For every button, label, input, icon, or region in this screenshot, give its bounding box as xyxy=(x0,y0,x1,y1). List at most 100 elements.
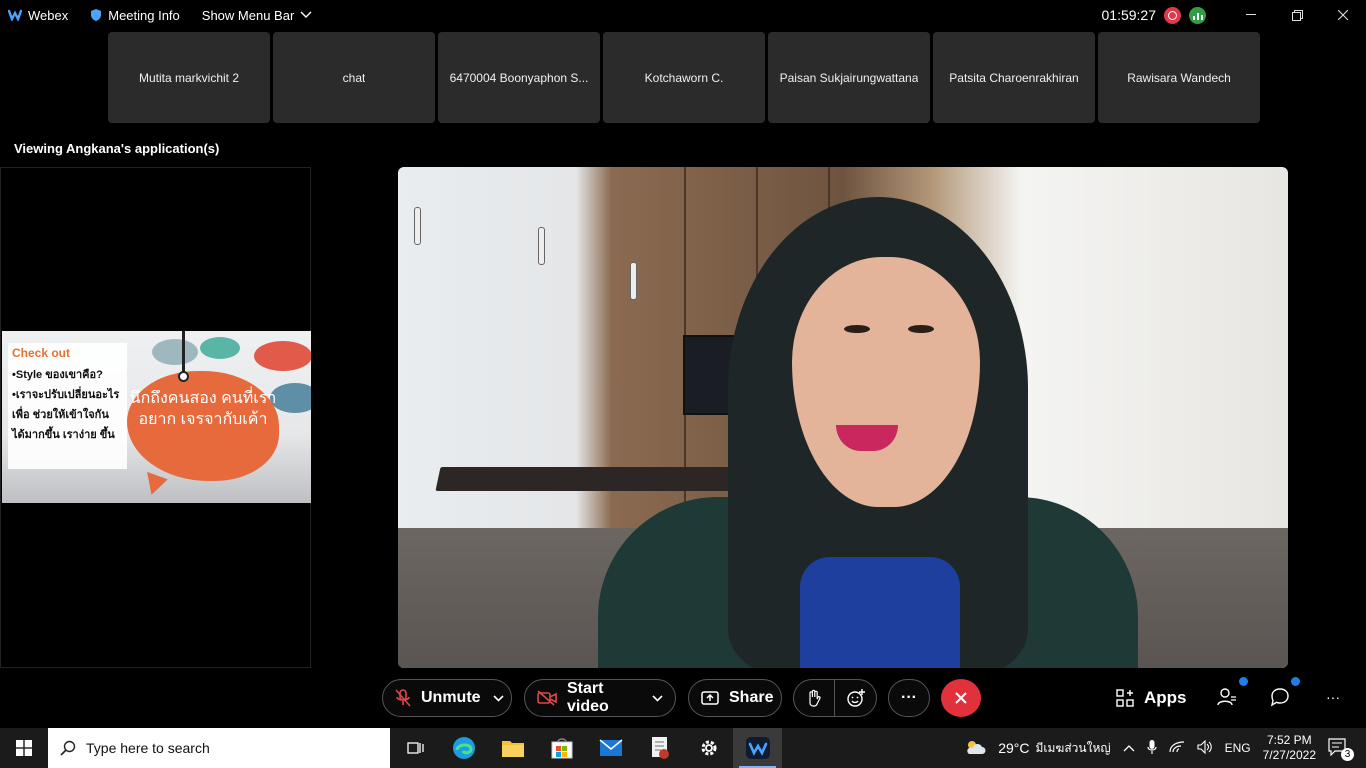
network-health-icon[interactable] xyxy=(1189,6,1206,24)
pendant-lamp xyxy=(414,207,421,245)
meeting-info-label: Meeting Info xyxy=(108,7,180,23)
participant-tile[interactable]: 6470004 Boonyaphon S... xyxy=(438,32,600,123)
participant-tile[interactable]: Rawisara Wandech xyxy=(1098,32,1260,123)
slide-text-card: Check out •Style ของเขาคือ? •เราจะปรับเป… xyxy=(8,343,127,469)
notification-dot xyxy=(1291,677,1300,686)
notification-dot xyxy=(1239,677,1248,686)
settings-gear-icon[interactable] xyxy=(684,728,733,768)
active-speaker-video[interactable] xyxy=(398,167,1288,668)
microsoft-store-icon[interactable] xyxy=(537,728,586,768)
share-screen-icon xyxy=(701,690,719,706)
webex-logo-icon xyxy=(8,9,22,21)
show-menu-bar-label: Show Menu Bar xyxy=(201,7,295,23)
webex-taskbar-icon[interactable] xyxy=(733,728,782,768)
bubble-text: นึกถึงคนสอง คนที่เราอยาก เจรจากับเค้า xyxy=(129,390,277,428)
chevron-down-icon[interactable] xyxy=(492,694,504,702)
participant-tile[interactable]: Patsita Charoenrakhiran xyxy=(933,32,1095,123)
weather-desc[interactable]: มีเมฆส่วนใหญ่ xyxy=(1036,739,1111,758)
slide-bullet: •Style ของเขาคือ? xyxy=(12,369,103,381)
microphone-icon[interactable] xyxy=(1146,739,1157,758)
more-panels-icon[interactable]: ··· xyxy=(1326,689,1340,705)
unmute-button[interactable]: Unmute xyxy=(382,679,512,717)
task-view-icon[interactable] xyxy=(390,728,439,768)
slide-title: Check out xyxy=(12,346,71,360)
edge-browser-icon[interactable] xyxy=(439,728,488,768)
cloud-decoration xyxy=(152,339,198,365)
title-bar: Webex Meeting Info Show Menu Bar 01:59:2… xyxy=(0,0,1366,30)
slide-bullet: •เราจะปรับเปลี่ยนอะไร เพื่อ ช่วยให้เข้าใ… xyxy=(12,389,120,441)
viewing-label: Viewing Angkana's application(s) xyxy=(14,141,220,156)
participants-icon[interactable] xyxy=(1217,687,1237,707)
notification-count: 3 xyxy=(1341,747,1354,761)
notification-center-icon[interactable]: 3 xyxy=(1328,737,1354,761)
unmute-label: Unmute xyxy=(421,689,481,706)
video-off-icon xyxy=(537,690,557,706)
participant-tile[interactable]: Kotchaworn C. xyxy=(603,32,765,123)
close-icon[interactable] xyxy=(1320,0,1366,30)
recording-indicator-icon[interactable] xyxy=(1164,6,1181,24)
mail-icon[interactable] xyxy=(586,728,635,768)
minimize-icon[interactable] xyxy=(1228,0,1274,30)
participant-name: Mutita markvichit 2 xyxy=(138,70,240,85)
cloud-decoration xyxy=(254,341,311,371)
webex-menu[interactable]: Webex xyxy=(8,8,68,23)
more-options-button[interactable]: ··· xyxy=(888,679,930,717)
participant-tile[interactable]: chat xyxy=(273,32,435,123)
search-icon xyxy=(60,740,76,756)
share-button[interactable]: Share xyxy=(688,679,782,717)
share-label: Share xyxy=(729,689,774,706)
apps-grid-icon xyxy=(1116,689,1134,707)
taskbar-clock[interactable]: 7:52 PM 7/27/2022 xyxy=(1263,733,1316,763)
app-name: Webex xyxy=(28,7,69,23)
participant-name: Patsita Charoenrakhiran xyxy=(949,70,1079,85)
windows-logo-icon xyxy=(16,740,32,756)
start-button[interactable] xyxy=(0,728,48,768)
participant-strip: Mutita markvichit 2 chat 6470004 Boonyap… xyxy=(108,32,1260,123)
chevron-down-icon[interactable] xyxy=(652,694,663,702)
shared-content-pane[interactable]: นึกถึงคนสอง คนที่เราอยาก เจรจากับเค้า Ch… xyxy=(0,167,311,668)
chevron-down-icon xyxy=(300,11,312,19)
meeting-controls: Unmute Start video Share ··· Apps ··· xyxy=(0,677,1366,717)
speaker-eye xyxy=(908,325,934,333)
apps-button[interactable]: Apps xyxy=(1116,679,1187,717)
volume-icon[interactable] xyxy=(1197,739,1213,757)
start-video-button[interactable]: Start video xyxy=(524,679,676,717)
taskbar-search-box[interactable]: Type here to search xyxy=(48,728,390,768)
more-label: ··· xyxy=(901,689,917,706)
participant-tile[interactable]: Paisan Sukjairungwattana xyxy=(768,32,930,123)
rope-knot xyxy=(178,371,189,382)
close-icon xyxy=(955,692,967,704)
weather-cloud-icon[interactable] xyxy=(964,739,986,758)
document-viewer-icon[interactable] xyxy=(635,728,684,768)
taskbar-date: 7/27/2022 xyxy=(1262,748,1316,762)
participant-name: Kotchaworn C. xyxy=(644,70,724,85)
participant-name: Paisan Sukjairungwattana xyxy=(779,70,919,85)
reactions-group xyxy=(793,679,877,717)
speaker-person xyxy=(548,197,1158,668)
start-video-label: Start video xyxy=(567,680,609,715)
wifi-icon[interactable] xyxy=(1168,740,1185,757)
weather-temp[interactable]: 29°C xyxy=(998,740,1029,756)
system-tray: 29°C มีเมฆส่วนใหญ่ ENG 7:52 PM 7/27/2022… xyxy=(964,728,1366,768)
taskbar-time: 7:52 PM xyxy=(1266,733,1312,747)
chevron-up-icon[interactable] xyxy=(1123,741,1135,755)
apps-label: Apps xyxy=(1144,688,1187,707)
participant-name: Rawisara Wandech xyxy=(1127,70,1231,85)
pendant-lamp xyxy=(538,227,545,265)
file-explorer-icon[interactable] xyxy=(488,728,537,768)
raise-hand-icon[interactable] xyxy=(794,679,836,717)
end-call-button[interactable] xyxy=(941,679,981,717)
show-menu-bar-button[interactable]: Show Menu Bar xyxy=(202,8,313,23)
participant-tile[interactable]: Mutita markvichit 2 xyxy=(108,32,270,123)
shield-icon xyxy=(90,8,102,22)
meeting-timer: 01:59:27 xyxy=(1101,7,1157,23)
chat-icon[interactable] xyxy=(1270,687,1290,707)
speaker-eye xyxy=(844,325,870,333)
meeting-info-button[interactable]: Meeting Info xyxy=(90,8,180,23)
input-language[interactable]: ENG xyxy=(1225,741,1251,755)
restore-icon[interactable] xyxy=(1274,0,1320,30)
shared-slide: นึกถึงคนสอง คนที่เราอยาก เจรจากับเค้า Ch… xyxy=(2,331,311,503)
reactions-icon[interactable] xyxy=(835,688,876,708)
speech-bubble: นึกถึงคนสอง คนที่เราอยาก เจรจากับเค้า xyxy=(127,371,279,481)
cloud-decoration xyxy=(200,337,240,359)
